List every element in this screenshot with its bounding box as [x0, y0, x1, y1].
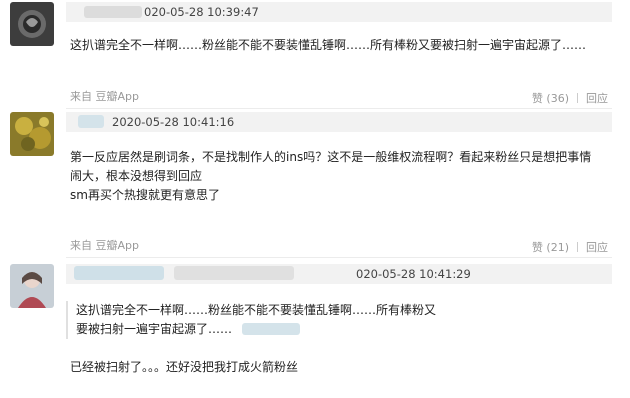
- like-button[interactable]: 赞 (36): [532, 92, 569, 105]
- quoted-user-blurred[interactable]: [241, 323, 300, 335]
- comment-source: 来自 豆瓣App: [70, 90, 139, 103]
- quoted-reply: 这扒谱完全不一样啊……粉丝能不能不要装懂乱锤啊……所有棒粉又 要被扫射一遍宇宙起…: [66, 301, 436, 339]
- comment-timestamp: 020-05-28 10:39:47: [144, 5, 259, 19]
- divider: [66, 257, 612, 258]
- comment-timestamp: 020-05-28 10:41:29: [356, 267, 471, 281]
- comment-source: 来自 豆瓣App: [70, 239, 139, 252]
- comment-timestamp: 2020-05-28 10:41:16: [112, 115, 235, 129]
- reply-button[interactable]: 回应: [586, 92, 608, 105]
- comment-actions: 赞 (36) 回应: [532, 90, 608, 106]
- username-blurred[interactable]: [78, 115, 104, 128]
- comment-text-line: 第一反应居然是刷词条，不是找制作人的ins吗？这不是一般维权流程啊？看起来粉丝只…: [70, 150, 592, 164]
- comment-text: 这扒谱完全不一样啊……粉丝能不能不要装懂乱锤啊……所有棒粉又要被扫射一遍宇宙起源…: [70, 38, 587, 52]
- username-blurred[interactable]: [84, 6, 142, 18]
- reply-button[interactable]: 回应: [586, 241, 608, 254]
- action-separator: [577, 93, 578, 103]
- comment-text: 已经被扫射了。。。还好没把我打成火箭粉丝: [70, 360, 299, 374]
- comment-text-line: sm再买个热搜就更有意思了: [70, 188, 220, 202]
- avatar[interactable]: [10, 112, 54, 156]
- username-blurred[interactable]: [74, 266, 164, 280]
- like-button[interactable]: 赞 (21): [532, 241, 569, 254]
- comment-feed: 020-05-28 10:39:47 这扒谱完全不一样啊……粉丝能不能不要装懂乱…: [0, 0, 630, 398]
- avatar[interactable]: [10, 2, 54, 46]
- avatar[interactable]: [10, 264, 54, 308]
- quote-text: 要被扫射一遍宇宙起源了……: [76, 322, 233, 336]
- divider: [66, 108, 612, 109]
- quote-text-line: 这扒谱完全不一样啊……粉丝能不能不要装懂乱锤啊……所有棒粉又: [76, 303, 437, 317]
- comment-1: 020-05-28 10:39:47 这扒谱完全不一样啊……粉丝能不能不要装懂乱…: [0, 0, 630, 120]
- quote-text-line: 要被扫射一遍宇宙起源了……: [76, 320, 436, 339]
- comment-actions: 赞 (21) 回应: [532, 239, 608, 255]
- action-separator: [577, 242, 578, 252]
- comment-text-line: 闹大，根本没想得到回应: [70, 169, 203, 183]
- username-blurred: [174, 266, 294, 280]
